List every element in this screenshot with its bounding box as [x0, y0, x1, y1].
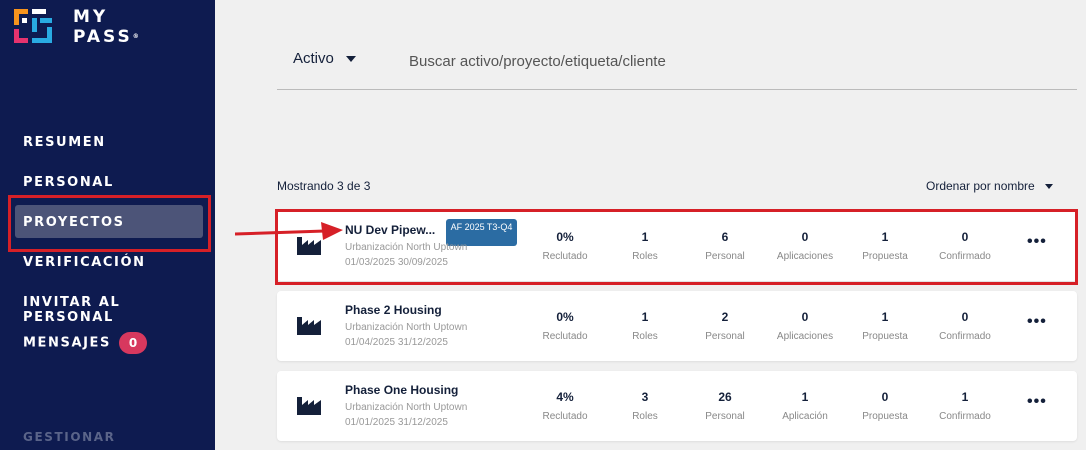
stat-applications: 1 Aplicación: [765, 390, 845, 422]
stat-value: 1: [881, 310, 889, 324]
stat-value: 1: [961, 390, 969, 404]
mypass-logo-icon: [14, 9, 52, 43]
stat-value: 0%: [556, 310, 574, 324]
nav-item-resumen[interactable]: RESUMEN: [23, 135, 106, 150]
stat-recruited: 0% Reclutado: [525, 310, 605, 342]
nav-item-verificacion[interactable]: VERIFICACIÓN: [23, 255, 146, 270]
more-options-icon[interactable]: •••: [1027, 393, 1047, 411]
project-name: Phase 2 Housing: [345, 303, 442, 317]
stat-proposed: 1 Propuesta: [845, 310, 925, 342]
project-card[interactable]: Phase 2 Housing Urbanización North Uptow…: [277, 291, 1077, 361]
stat-personnel: 26 Personal: [685, 390, 765, 422]
brand-line-1: MY: [73, 7, 109, 27]
stat-value: 0: [961, 310, 969, 324]
brand-line-2: PASS: [73, 27, 133, 47]
results-count: Mostrando 3 de 3: [277, 179, 371, 193]
stat-label: Personal: [705, 411, 745, 422]
stat-roles: 3 Roles: [605, 390, 685, 422]
project-dates: 01/04/2025 31/12/2025: [345, 337, 448, 348]
stat-recruited: 4% Reclutado: [525, 390, 605, 422]
stat-value: 3: [641, 390, 649, 404]
stat-proposed: 0 Propuesta: [845, 390, 925, 422]
stat-value: 4%: [556, 390, 574, 404]
stat-label: Confirmado: [939, 411, 991, 422]
factory-icon: [297, 397, 321, 415]
stat-label: Reclutado: [542, 331, 588, 342]
stat-value: 0: [881, 390, 889, 404]
annotation-arrow-icon: [235, 222, 343, 240]
nav-section-gestionar: GESTIONAR: [23, 430, 116, 444]
project-dates: 01/01/2025 31/12/2025: [345, 417, 448, 428]
highlight-box-nav: [8, 195, 211, 252]
registered-mark: ®: [132, 33, 139, 40]
nav-item-label: MENSAJES: [23, 335, 112, 351]
project-location: Urbanización North Uptown: [345, 322, 468, 333]
more-options-icon[interactable]: •••: [1027, 313, 1047, 331]
stat-value: 2: [721, 310, 729, 324]
messages-count-badge: 0: [119, 332, 148, 354]
stat-label: Propuesta: [862, 331, 908, 342]
stat-confirmed: 0 Confirmado: [925, 310, 1005, 342]
caret-down-icon: [1044, 184, 1053, 190]
nav-item-personal[interactable]: PERSONAL: [23, 175, 114, 190]
asset-dropdown-label: Activo: [293, 50, 334, 67]
nav-item-mensajes[interactable]: MENSAJES 0: [23, 332, 148, 354]
search-bar: Activo: [277, 40, 1077, 90]
stat-confirmed: 1 Confirmado: [925, 390, 1005, 422]
project-location: Urbanización North Uptown: [345, 402, 468, 413]
stat-value: 26: [718, 390, 732, 404]
stat-label: Confirmado: [939, 331, 991, 342]
factory-icon: [297, 317, 321, 335]
stat-label: Roles: [632, 411, 658, 422]
stat-applications: 0 Aplicaciones: [765, 310, 845, 342]
stat-label: Roles: [632, 331, 658, 342]
search-input[interactable]: [407, 46, 1051, 76]
stat-label: Personal: [705, 331, 745, 342]
stat-label: Aplicación: [782, 411, 828, 422]
highlight-box-card: [275, 209, 1078, 285]
stat-roles: 1 Roles: [605, 310, 685, 342]
sort-dropdown[interactable]: Ordenar por nombre: [926, 179, 1053, 193]
nav-item-invitar[interactable]: INVITAR AL PERSONAL: [23, 295, 215, 325]
stat-value: 1: [641, 310, 649, 324]
caret-down-icon: [345, 56, 356, 63]
stat-value: 0: [801, 310, 809, 324]
stat-value: 1: [801, 390, 809, 404]
stat-personnel: 2 Personal: [685, 310, 765, 342]
project-name: Phase One Housing: [345, 383, 459, 397]
stat-label: Propuesta: [862, 411, 908, 422]
project-card[interactable]: Phase One Housing Urbanización North Upt…: [277, 371, 1077, 441]
brand-name: MY PASS®: [73, 7, 139, 47]
asset-dropdown[interactable]: Activo: [293, 50, 356, 67]
stat-label: Reclutado: [542, 411, 588, 422]
sort-label: Ordenar por nombre: [926, 179, 1035, 193]
stat-label: Aplicaciones: [776, 331, 834, 342]
